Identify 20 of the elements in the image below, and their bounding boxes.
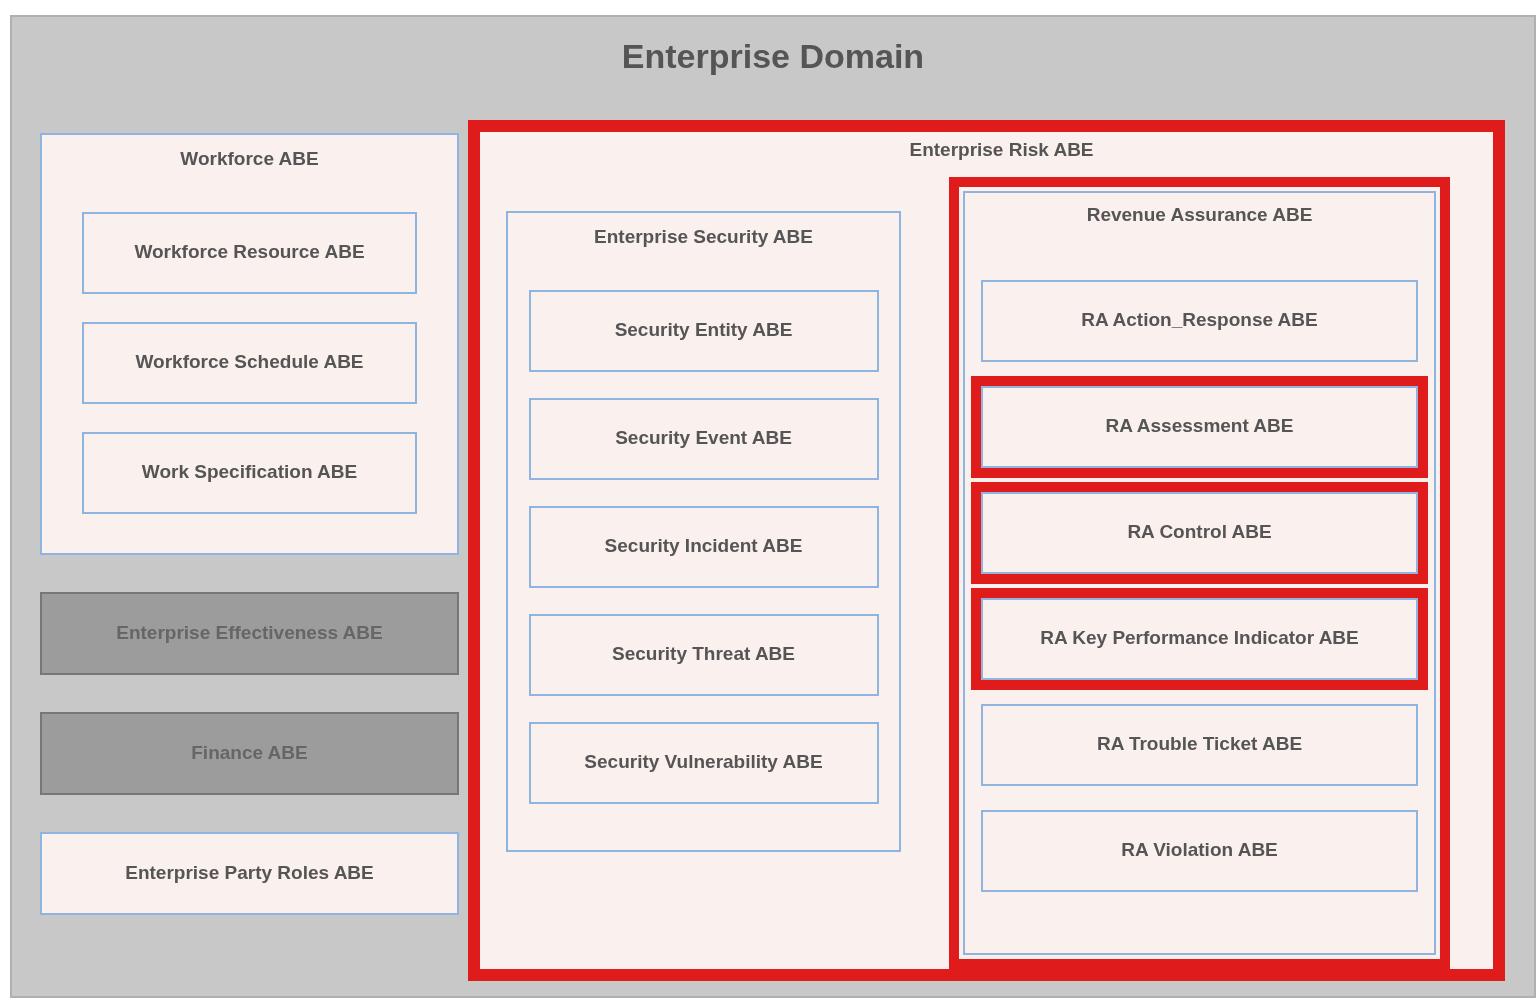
abe-box: RA Key Performance Indicator ABE xyxy=(981,597,1418,680)
abe-box: Work Specification ABE xyxy=(82,431,417,514)
abe-box: RA Control ABE xyxy=(981,491,1418,574)
abe-box: RA Violation ABE xyxy=(981,809,1418,892)
abe-box: Enterprise Party Roles ABE xyxy=(40,832,459,915)
abe-box: RA Action_Response ABE xyxy=(981,279,1418,362)
abe-box: Security Vulnerability ABE xyxy=(528,721,879,804)
group-title: Workforce ABE xyxy=(180,147,319,171)
abe-box: Security Threat ABE xyxy=(528,613,879,696)
abe-box: Workforce Resource ABE xyxy=(82,211,417,294)
abe-box: Workforce Schedule ABE xyxy=(82,321,417,404)
group-title: Enterprise Risk ABE xyxy=(909,138,1094,162)
abe-box: RA Assessment ABE xyxy=(981,385,1418,468)
group-title: Enterprise Security ABE xyxy=(594,225,813,249)
abe-box: RA Trouble Ticket ABE xyxy=(981,703,1418,786)
group-title: Revenue Assurance ABE xyxy=(1086,203,1313,227)
abe-box: Security Incident ABE xyxy=(528,505,879,588)
abe-box: Security Entity ABE xyxy=(528,289,879,372)
abe-box: Security Event ABE xyxy=(528,397,879,480)
diagram-title: Enterprise Domain xyxy=(621,36,925,77)
